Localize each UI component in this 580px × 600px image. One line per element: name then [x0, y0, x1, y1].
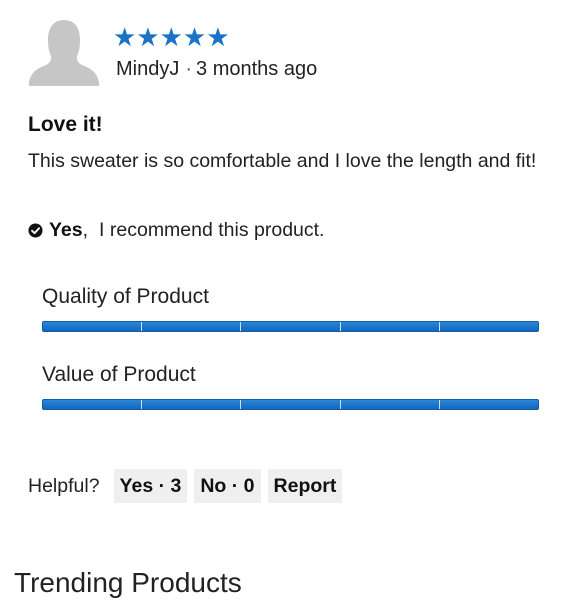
metric-label-quality: Quality of Product — [42, 285, 209, 308]
section-title: Trending Products — [14, 567, 242, 598]
bar-segment — [241, 322, 341, 331]
recommend-text: I recommend this product. — [99, 219, 325, 241]
bar-segment — [241, 400, 341, 409]
helpful-yes-button[interactable]: Yes · 3 — [113, 469, 188, 503]
bar-segment — [439, 322, 538, 331]
report-button[interactable]: Report — [267, 469, 343, 503]
review-date: 3 months ago — [196, 58, 318, 80]
check-circle-icon — [28, 222, 43, 238]
review-body: This sweater is so comfortable and I lov… — [28, 150, 537, 172]
metric-label-value: Value of Product — [42, 363, 196, 386]
helpful-row: Helpful? Yes · 3 No · 0 Report — [28, 469, 349, 503]
bar-segment — [439, 400, 538, 409]
bar-segment — [142, 322, 242, 331]
bar-segment — [340, 322, 440, 331]
recommend-comma: , — [82, 219, 89, 241]
helpful-prompt: Helpful? — [28, 474, 100, 497]
avatar — [29, 20, 99, 86]
value-rating-bar — [42, 399, 539, 410]
review-title: Love it! — [28, 113, 103, 136]
review-meta: MindyJ · 3 months ago — [116, 56, 317, 82]
meta-separator: · — [185, 58, 193, 80]
bar-segment — [142, 400, 242, 409]
bar-segment — [43, 322, 143, 331]
reviewer-name: MindyJ — [116, 58, 180, 80]
helpful-no-button[interactable]: No · 0 — [194, 469, 261, 503]
recommend-answer: Yes — [49, 219, 83, 241]
bar-segment — [43, 400, 143, 409]
star-rating: ★★★★★ — [113, 22, 230, 52]
avatar-silhouette — [29, 20, 99, 86]
bar-segment — [340, 400, 440, 409]
recommendation: Yes, I recommend this product. — [28, 216, 324, 244]
quality-rating-bar — [42, 321, 539, 332]
